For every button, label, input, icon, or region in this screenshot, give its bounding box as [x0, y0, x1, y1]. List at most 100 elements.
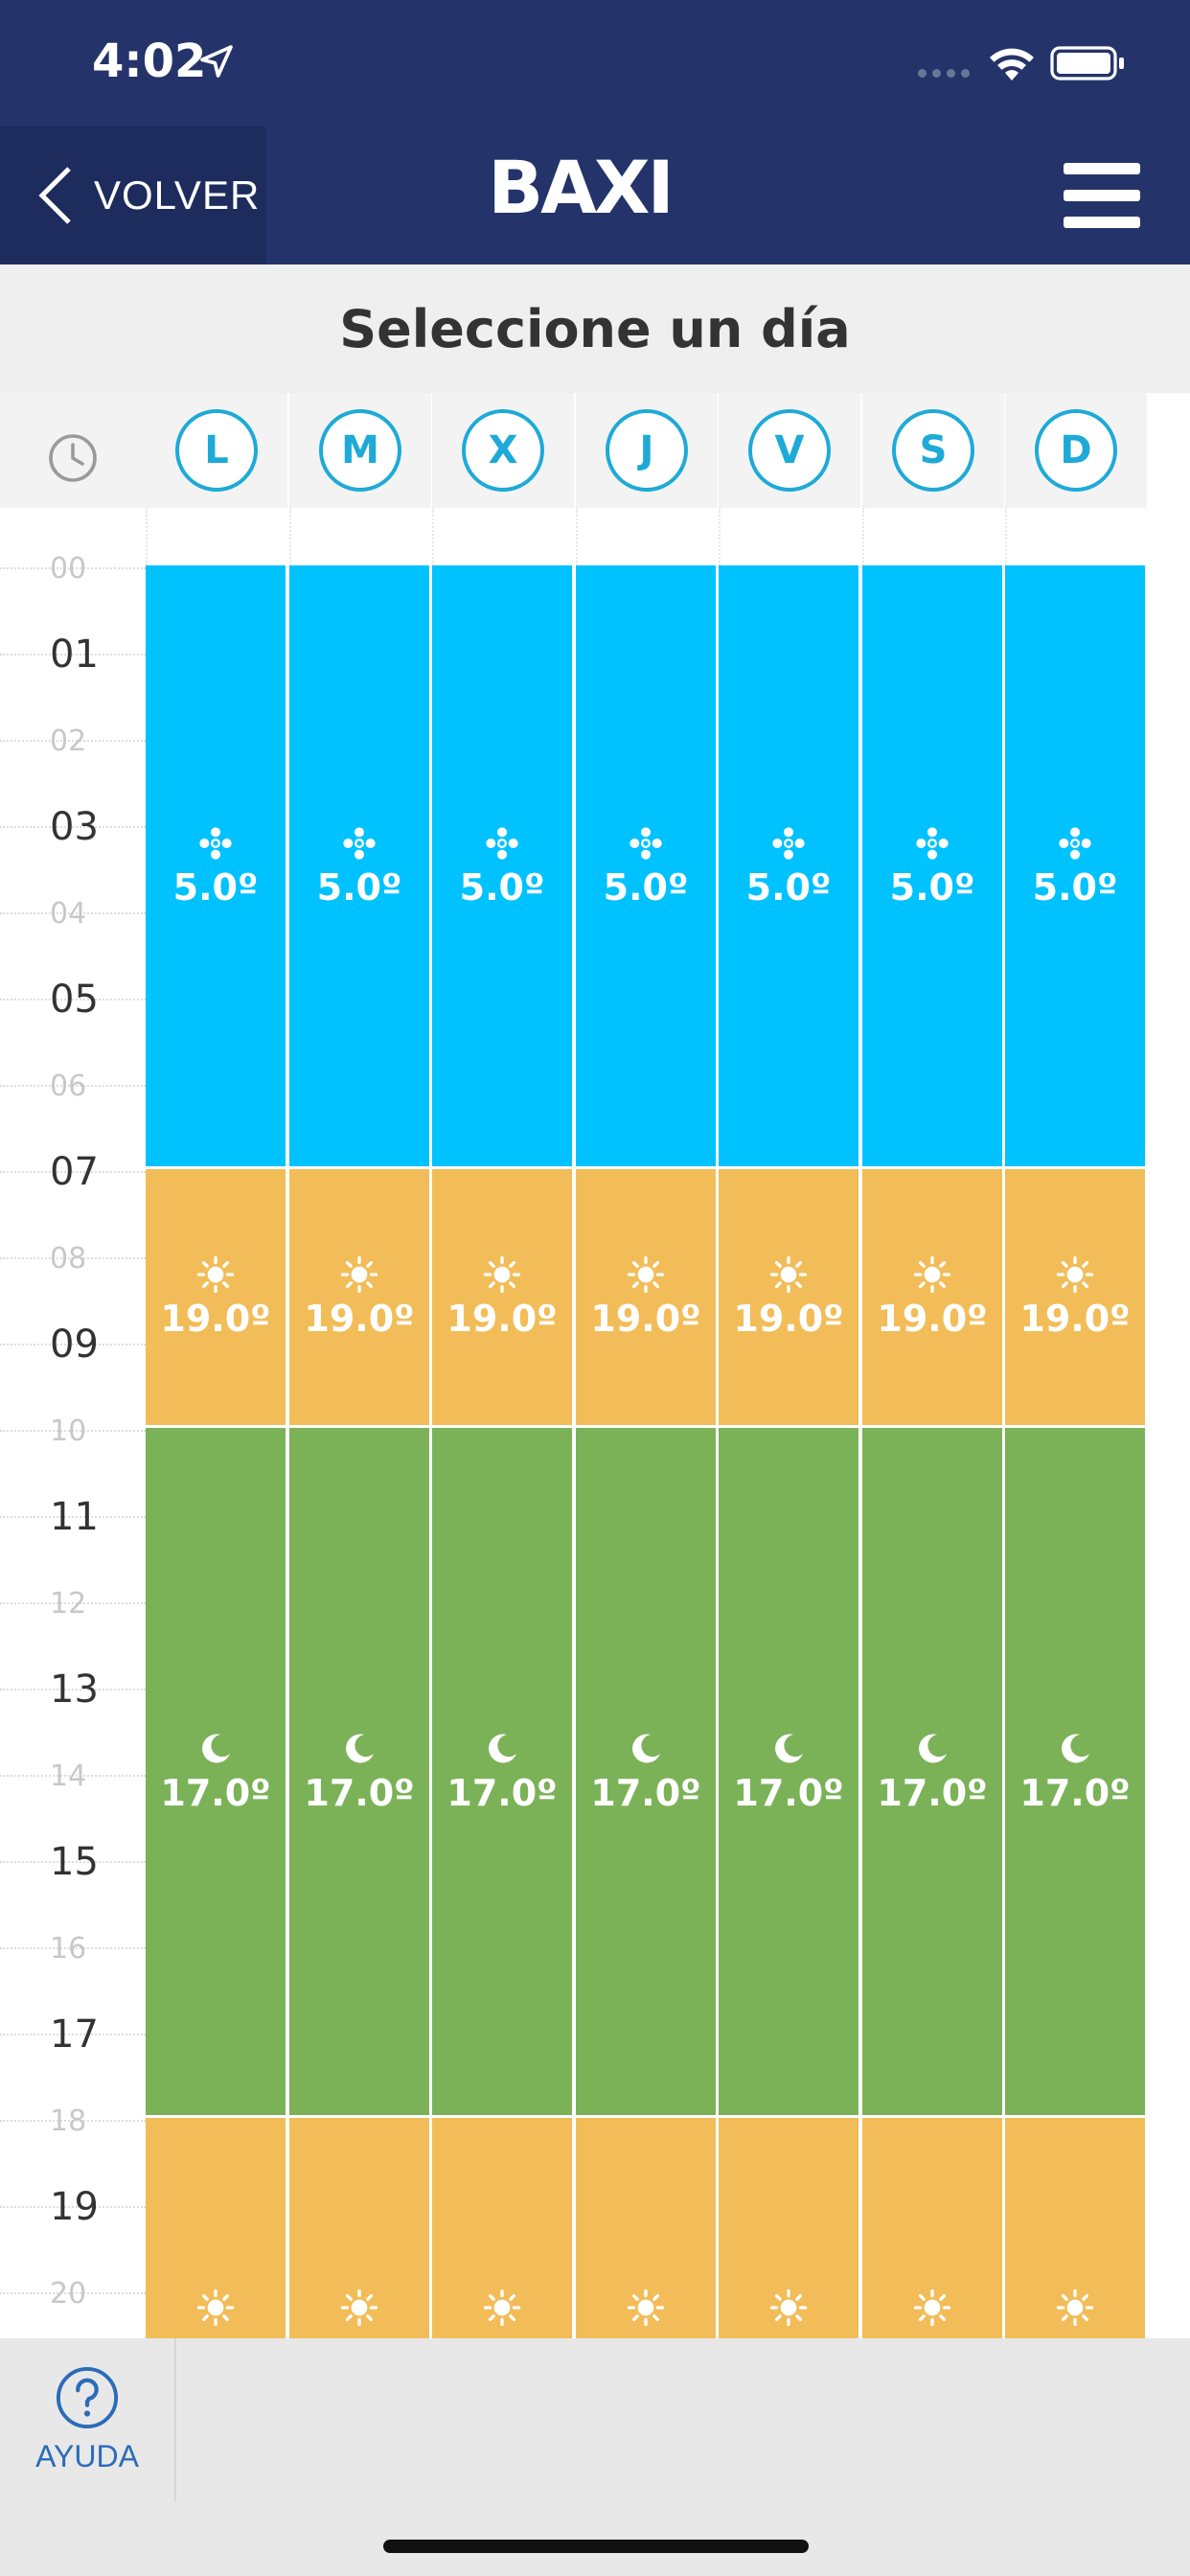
- day-cell[interactable]: L: [146, 393, 287, 508]
- baxi-logo: BAXI: [488, 150, 675, 226]
- hour-label: 06: [50, 1070, 87, 1103]
- schedule-block-comfort[interactable]: [719, 2118, 861, 2338]
- wifi-icon: [990, 48, 1034, 80]
- block-temperature: 19.0º: [877, 1297, 988, 1340]
- sun-icon: [913, 2288, 951, 2327]
- schedule-block-eco[interactable]: 17.0º: [289, 1428, 432, 2118]
- schedule-block-comfort[interactable]: [576, 2118, 719, 2338]
- day-button[interactable]: M: [319, 409, 401, 492]
- help-button[interactable]: AYUDA: [0, 2338, 176, 2501]
- snowflake-icon: [629, 826, 662, 860]
- block-temperature: 19.0º: [446, 1297, 558, 1340]
- snowflake-icon: [1059, 826, 1091, 860]
- block-temperature: 19.0º: [304, 1297, 415, 1340]
- day-button[interactable]: J: [606, 409, 688, 492]
- schedule-block-eco[interactable]: 17.0º: [719, 1428, 861, 2118]
- status-time: 4:02: [92, 34, 207, 88]
- hour-label: 19: [50, 2185, 99, 2229]
- day-button[interactable]: S: [892, 409, 974, 492]
- svg-text:BAXI: BAXI: [488, 150, 672, 226]
- block-temperature: 19.0º: [733, 1297, 844, 1340]
- hour-label: 02: [50, 724, 87, 758]
- back-button[interactable]: VOLVER: [0, 126, 266, 264]
- sun-icon: [196, 1255, 235, 1293]
- sun-icon: [627, 1255, 665, 1293]
- menu-bar-icon: [1064, 163, 1140, 174]
- schedule-block-comfort[interactable]: 19.0º: [862, 1169, 1005, 1428]
- moon-icon: [346, 1733, 374, 1762]
- hour-label: 15: [50, 1840, 99, 1884]
- column-separator: [1005, 508, 1007, 565]
- moon-icon: [919, 1733, 947, 1762]
- schedule-block-eco[interactable]: 17.0º: [1005, 1428, 1148, 2118]
- schedule-block-comfort[interactable]: 19.0º: [432, 1169, 575, 1428]
- block-temperature: 17.0º: [446, 1771, 558, 1814]
- subheader: Seleccione un día: [0, 264, 1190, 393]
- page-title: Seleccione un día: [339, 298, 851, 359]
- day-button[interactable]: V: [748, 409, 831, 492]
- block-temperature: 17.0º: [1019, 1771, 1131, 1814]
- chevron-left-icon: [38, 167, 71, 224]
- sun-icon: [769, 2288, 808, 2327]
- block-temperature: 5.0º: [603, 865, 689, 908]
- schedule-block-antifreeze[interactable]: 5.0º: [862, 565, 1005, 1169]
- cellular-signal-icon: [918, 69, 975, 79]
- app-header: 4:02 VOLVER BAXI: [0, 0, 1190, 264]
- block-temperature: 5.0º: [316, 865, 402, 908]
- block-temperature: 17.0º: [590, 1771, 701, 1814]
- schedule-block-comfort[interactable]: [289, 2118, 432, 2338]
- schedule-block-comfort[interactable]: 19.0º: [576, 1169, 719, 1428]
- schedule-block-comfort[interactable]: [432, 2118, 575, 2338]
- schedule-block-comfort[interactable]: 19.0º: [289, 1169, 432, 1428]
- day-button[interactable]: X: [462, 409, 544, 492]
- column-separator: [432, 508, 434, 565]
- schedule-block-antifreeze[interactable]: 5.0º: [432, 565, 575, 1169]
- day-button[interactable]: L: [175, 409, 258, 492]
- block-temperature: 17.0º: [304, 1771, 415, 1814]
- clock-icon: [49, 434, 97, 482]
- hamburger-menu-button[interactable]: [1064, 163, 1140, 228]
- help-label: AYUDA: [35, 2438, 139, 2473]
- column-separator: [719, 508, 721, 565]
- schedule-block-eco[interactable]: 17.0º: [862, 1428, 1005, 2118]
- schedule-block-comfort[interactable]: 19.0º: [719, 1169, 861, 1428]
- schedule-block-comfort[interactable]: 19.0º: [1005, 1169, 1148, 1428]
- schedule-block-antifreeze[interactable]: 5.0º: [289, 565, 432, 1169]
- day-cell[interactable]: D: [1005, 393, 1147, 508]
- schedule-block-comfort[interactable]: 19.0º: [146, 1169, 288, 1428]
- day-cell[interactable]: M: [289, 393, 431, 508]
- hour-label: 18: [50, 2104, 87, 2138]
- hour-label: 01: [50, 632, 99, 677]
- snowflake-icon: [486, 826, 518, 860]
- menu-bar-icon: [1064, 190, 1140, 201]
- snowflake-icon: [916, 826, 949, 860]
- question-circle-icon: [56, 2366, 119, 2428]
- schedule-block-antifreeze[interactable]: 5.0º: [576, 565, 719, 1169]
- hour-label: 17: [50, 2012, 99, 2057]
- schedule-block-comfort[interactable]: [1005, 2118, 1148, 2338]
- schedule-block-eco[interactable]: 17.0º: [576, 1428, 719, 2118]
- day-cell[interactable]: X: [432, 393, 574, 508]
- schedule-block-comfort[interactable]: [146, 2118, 288, 2338]
- schedule-block-antifreeze[interactable]: 5.0º: [146, 565, 288, 1169]
- day-cell[interactable]: J: [576, 393, 718, 508]
- block-temperature: 5.0º: [889, 865, 975, 908]
- schedule-block-eco[interactable]: 17.0º: [146, 1428, 288, 2118]
- hour-label: 07: [50, 1150, 99, 1194]
- schedule-block-antifreeze[interactable]: 5.0º: [719, 565, 861, 1169]
- hour-label: 14: [50, 1760, 87, 1793]
- block-temperature: 5.0º: [1032, 865, 1118, 908]
- schedule-block-comfort[interactable]: [862, 2118, 1005, 2338]
- snowflake-icon: [772, 826, 805, 860]
- block-temperature: 5.0º: [172, 865, 259, 908]
- schedule-block-eco[interactable]: 17.0º: [432, 1428, 575, 2118]
- home-indicator: [383, 2540, 809, 2553]
- sun-icon: [627, 2288, 665, 2327]
- hour-label: 13: [50, 1668, 99, 1712]
- day-button[interactable]: D: [1035, 409, 1117, 492]
- day-cell[interactable]: V: [719, 393, 860, 508]
- sun-icon: [340, 1255, 378, 1293]
- location-arrow-icon: [200, 45, 233, 78]
- schedule-block-antifreeze[interactable]: 5.0º: [1005, 565, 1148, 1169]
- day-cell[interactable]: S: [862, 393, 1004, 508]
